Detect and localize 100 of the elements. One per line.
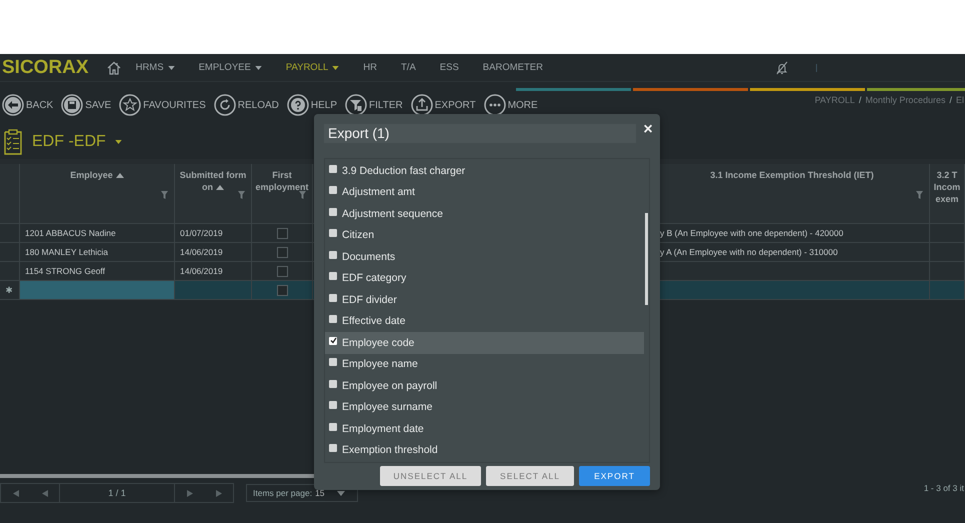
field-label: Employee name [342,358,418,370]
checkbox[interactable] [329,294,337,302]
field-option[interactable]: Documents [325,246,644,268]
menu-item[interactable]: ESS [440,62,459,73]
menu-item[interactable]: HR [363,62,377,73]
field-option[interactable]: Employee on payroll [325,375,644,396]
field-option[interactable]: Employee name [325,354,644,375]
table-cell: 14/06/2019 [175,262,252,281]
filter-icon [345,94,368,116]
checkbox[interactable] [329,358,337,366]
field-label: Exemption threshold [342,444,438,456]
caret-icon [332,66,340,70]
page-indicator: 1 / 1 [59,484,175,502]
checkbox[interactable] [329,422,337,431]
row-marker [0,262,20,281]
checkbox[interactable] [329,336,337,345]
table-cell [930,262,965,281]
toolbar-button[interactable]: MORE [484,92,538,118]
toolbar-button[interactable]: HELP [286,92,338,118]
field-option[interactable]: EDF category [325,268,644,289]
row-marker: ✱ [0,281,20,300]
toolbar-button[interactable]: RELOAD [214,92,279,118]
checkbox[interactable] [276,228,288,238]
field-option[interactable]: 3.9 Deduction fast charger [325,160,644,182]
checkbox[interactable] [329,229,337,238]
checkbox[interactable] [329,315,337,324]
left-triangle-icon [12,490,18,496]
column-header[interactable]: Employee [20,164,175,224]
checkbox[interactable] [329,186,337,194]
table-cell: 1201 ABBACUS Nadine [20,224,175,243]
vertical-scrollbar[interactable] [645,213,648,305]
menu-item[interactable]: PAYROLL [286,62,340,73]
checkbox[interactable] [329,401,337,410]
checkbox[interactable] [276,266,288,276]
field-label: Adjustment amt [342,186,415,198]
field-label: EDF divider [342,294,397,306]
field-option[interactable]: Effective date [325,310,644,332]
toolbar-button[interactable]: SAVE [61,92,112,118]
field-label: Adjustment sequence [342,208,443,220]
menu-item[interactable]: HRMS [136,62,175,73]
field-label: Citizen [342,229,374,242]
checkbox[interactable] [276,284,288,296]
filter-icon[interactable] [916,191,923,199]
column-header[interactable]: First employment [252,164,313,224]
reload-icon [214,94,236,116]
field-option[interactable]: Employee surname [325,396,644,418]
checkbox[interactable] [329,272,337,280]
menu-item[interactable]: BAROMETER [482,62,543,73]
right-triangle-icon [186,490,192,496]
field-option[interactable]: EDF divider [325,289,644,310]
menu-item[interactable]: EMPLOYEE [198,62,262,73]
checkbox[interactable] [276,246,288,258]
table-cell: 1154 STRONG Geoff [20,262,175,281]
checkbox[interactable] [329,164,337,173]
field-label: EDF category [342,272,406,284]
field-option[interactable]: Employment date [325,418,644,440]
filter-icon[interactable] [238,191,245,199]
toolbar-button[interactable]: FILTER [345,92,403,118]
caret-icon [168,66,175,70]
table-cell [930,281,965,300]
column-header[interactable]: Submitted form on [175,164,252,224]
caret-icon [254,66,262,70]
table-cell: 180 MANLEY Lethicia [20,243,175,262]
save-icon [61,94,84,116]
checkbox[interactable] [329,250,337,259]
toolbar-button[interactable]: FAVOURITES [119,92,206,118]
field-option[interactable]: Adjustment sequence [325,203,644,224]
checklist-document-icon [3,129,23,155]
breadcrumb-separator: / [858,95,862,105]
right-triangle-icon [216,490,222,496]
toolbar-button[interactable]: BACK [2,92,54,118]
bell-off-icon[interactable] [775,60,789,74]
filter-icon[interactable] [161,191,168,199]
table-cell: 14/06/2019 [175,243,252,262]
home-icon[interactable] [106,60,122,76]
export-button[interactable]: EXPORT [579,466,650,486]
field-option[interactable]: Citizen [325,224,644,246]
filter-icon[interactable] [299,191,306,199]
page-title-dropdown[interactable]: EDF -EDF [32,133,122,151]
field-option[interactable]: Exemption threshold [325,440,644,461]
field-option[interactable]: Adjustment amt [325,182,644,203]
dialog-title: Export (1) [324,124,636,143]
caret-icon [114,140,122,144]
column-header[interactable]: 3.2 T Incom exem [930,164,965,224]
field-option[interactable]: Employee code [325,332,644,354]
pagination-summary: 1 - 3 of 3 it [924,483,964,493]
toolbar-button[interactable]: EXPORT [410,92,476,118]
field-label: 3.9 Deduction fast charger [342,164,466,177]
checkbox[interactable] [329,380,337,388]
menu-item[interactable]: T/A [401,62,416,73]
app-logo: SICORAX [2,56,89,78]
breadcrumb-separator: / [949,95,952,105]
field-label: Documents [342,250,396,263]
field-label: Employee code [342,336,414,349]
field-label: Employee surname [342,401,432,414]
horizontal-scrollbar[interactable] [0,474,314,478]
close-button[interactable]: × [636,120,660,138]
checkbox[interactable] [329,208,337,216]
left-triangle-icon [42,490,48,496]
checkbox[interactable] [329,444,337,452]
